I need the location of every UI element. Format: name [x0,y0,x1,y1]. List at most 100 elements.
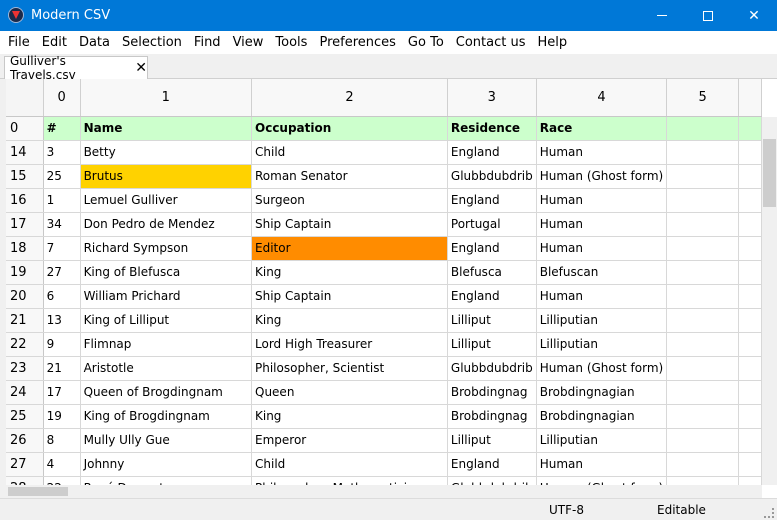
row-header[interactable]: 28 [6,476,44,485]
grid-cell[interactable]: Editor [251,236,448,261]
grid-cell[interactable] [666,236,740,261]
grid-cell[interactable]: Emperor [251,428,448,453]
row-header[interactable]: 19 [6,260,44,285]
grid-cell[interactable]: King [251,260,448,285]
grid-cell[interactable]: King [251,404,448,429]
grid-cell[interactable]: Queen of Brogdingnam [80,380,253,405]
menu-file[interactable]: File [2,35,36,50]
grid-cell[interactable]: Mully Ully Gue [80,428,253,453]
grid-cell[interactable]: Richard Sympson [80,236,253,261]
grid-cell[interactable]: England [447,236,537,261]
grid-cell[interactable]: Brobdingnagian [536,404,668,429]
grid-cell[interactable]: England [447,188,537,213]
grid-cell[interactable]: Lord High Treasurer [251,332,448,357]
grid-cell[interactable]: Lilliputian [536,308,668,333]
row-header[interactable]: 27 [6,452,44,477]
grid-cell[interactable]: 17 [43,380,81,405]
vertical-scroll-thumb[interactable] [763,139,776,207]
minimize-button[interactable] [639,0,685,31]
row-header[interactable]: 14 [6,140,44,165]
grid-cell[interactable]: Johnny [80,452,253,477]
row-header[interactable]: 18 [6,236,44,261]
grid-cell[interactable]: King of Blefusca [80,260,253,285]
row-header[interactable]: 22 [6,332,44,357]
grid-cell[interactable]: Philosopher, Mathematician [251,476,448,485]
menu-view[interactable]: View [227,35,270,50]
grid-cell[interactable]: Brobdingnag [447,404,537,429]
menu-go-to[interactable]: Go To [402,35,450,50]
row-header[interactable]: 24 [6,380,44,405]
row-header[interactable]: 0 [6,116,44,141]
grid-cell[interactable]: Lilliputian [536,428,668,453]
grid-cell[interactable] [666,356,740,381]
corner-cell[interactable] [6,79,44,117]
menu-preferences[interactable]: Preferences [313,35,401,50]
grid-cell[interactable]: Lilliputian [536,332,668,357]
grid-cell[interactable]: Human [536,188,668,213]
row-header[interactable]: 20 [6,284,44,309]
column-header[interactable]: 2 [251,79,448,117]
grid-cell[interactable]: King [251,308,448,333]
menu-help[interactable]: Help [532,35,574,50]
grid-cell[interactable]: 6 [43,284,81,309]
resize-grip-icon[interactable] [764,508,774,518]
menu-find[interactable]: Find [188,35,227,50]
grid-cell[interactable] [666,476,740,485]
grid-cell[interactable]: Queen [251,380,448,405]
grid-cell[interactable] [666,332,740,357]
grid-cell[interactable]: Aristotle [80,356,253,381]
menu-edit[interactable]: Edit [36,35,73,50]
grid-cell[interactable]: 21 [43,356,81,381]
grid-cell[interactable]: Flimnap [80,332,253,357]
grid-cell[interactable] [666,428,740,453]
grid-cell[interactable]: England [447,284,537,309]
row-header[interactable]: 26 [6,428,44,453]
grid-cell[interactable]: 3 [43,140,81,165]
horizontal-scrollbar[interactable] [6,485,762,498]
row-header[interactable]: 21 [6,308,44,333]
menu-data[interactable]: Data [73,35,116,50]
grid-cell[interactable] [666,116,740,141]
grid-cell[interactable]: England [447,452,537,477]
tab-gullivers-travels[interactable]: Gulliver's Travels.csv ✕ [4,54,148,82]
grid-cell[interactable]: Lilliput [447,308,537,333]
grid-cell[interactable]: William Prichard [80,284,253,309]
grid-cell[interactable]: Roman Senator [251,164,448,189]
grid-cell[interactable]: Betty [80,140,253,165]
grid-cell[interactable]: Portugal [447,212,537,237]
grid-cell[interactable]: King of Brogdingnam [80,404,253,429]
vertical-scrollbar[interactable] [762,117,777,485]
grid-cell[interactable]: 27 [43,260,81,285]
grid-cell[interactable] [666,260,740,285]
grid-cell[interactable]: Human (Ghost form) [536,164,668,189]
row-header[interactable]: 23 [6,356,44,381]
grid-cell[interactable]: 22 [43,476,81,485]
grid-cell[interactable]: Human (Ghost form) [536,356,668,381]
grid-cell[interactable]: 9 [43,332,81,357]
grid-cell[interactable]: 1 [43,188,81,213]
menu-contact-us[interactable]: Contact us [450,35,532,50]
grid-cell[interactable] [666,188,740,213]
grid-cell[interactable]: Human [536,212,668,237]
grid-cell[interactable]: Brobdingnagian [536,380,668,405]
row-header[interactable]: 16 [6,188,44,213]
column-header[interactable]: 1 [80,79,253,117]
grid-cell[interactable]: 13 [43,308,81,333]
grid-cell[interactable]: Residence [447,116,537,141]
grid-cell[interactable]: England [447,140,537,165]
grid-cell[interactable] [666,308,740,333]
grid-cell[interactable]: Occupation [251,116,448,141]
grid-cell[interactable] [666,380,740,405]
grid-cell[interactable]: René Descartes [80,476,253,485]
row-header[interactable]: 25 [6,404,44,429]
grid-cell[interactable]: 7 [43,236,81,261]
grid-cell[interactable] [666,404,740,429]
grid-cell[interactable]: Glubbdubdrib [447,356,537,381]
grid-cell[interactable]: Ship Captain [251,212,448,237]
grid-cell[interactable]: Lilliput [447,332,537,357]
column-header[interactable]: 5 [666,79,740,117]
grid-cell[interactable] [666,140,740,165]
grid-cell[interactable]: Human (Ghost form) [536,476,668,485]
close-window-button[interactable]: ✕ [731,0,777,31]
grid-cell[interactable]: Surgeon [251,188,448,213]
